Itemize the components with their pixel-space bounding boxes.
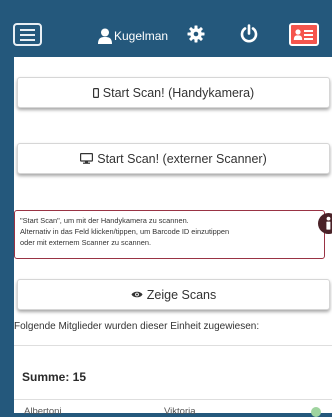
instruction-line: Alternativ in das Feld klicken/tippen, u…	[20, 227, 230, 236]
eye-icon	[131, 290, 143, 299]
settings-button[interactable]	[187, 25, 205, 43]
start-scan-camera-label: Start Scan! (Handykamera)	[102, 85, 255, 100]
menu-icon-bar	[20, 34, 35, 36]
show-scans-label: Zeige Scans	[146, 287, 217, 302]
start-scan-external-label: Start Scan! (externer Scanner)	[97, 151, 267, 166]
member-first-name: Viktoria	[164, 406, 196, 417]
power-icon	[240, 24, 258, 43]
info-icon[interactable]	[318, 213, 332, 234]
logout-button[interactable]	[239, 24, 259, 44]
user-menu[interactable]: Kugelman	[98, 27, 168, 45]
start-scan-external-button[interactable]: Start Scan! (externer Scanner)	[17, 143, 330, 174]
scan-instructions-box[interactable]: "Start Scan", um mit der Handykamera zu …	[14, 210, 325, 259]
id-card-icon	[293, 29, 313, 40]
menu-icon	[20, 29, 35, 31]
gear-icon	[187, 25, 205, 43]
show-scans-button[interactable]: Zeige Scans	[17, 279, 330, 310]
username-label: Kugelman	[114, 29, 169, 43]
start-scan-camera-button[interactable]: Start Scan! (Handykamera)	[17, 77, 330, 108]
instruction-line: "Start Scan", um mit der Handykamera zu …	[20, 216, 189, 225]
id-card-button[interactable]	[289, 23, 319, 46]
main-content: Start Scan! (Handykamera) Start Scan! (e…	[14, 57, 332, 417]
desktop-monitor-icon	[80, 153, 94, 164]
menu-button[interactable]	[13, 23, 42, 46]
member-last-name: Albertoni	[24, 406, 62, 417]
user-icon	[98, 28, 112, 44]
assigned-members-text: Folgende Mitglieder wurden dieser Einhei…	[14, 321, 260, 332]
divider	[14, 399, 332, 400]
menu-icon-bar	[20, 39, 35, 41]
summary-total: Summe: 15	[22, 370, 87, 384]
top-navbar: Kugelman	[0, 0, 332, 57]
mobile-phone-icon	[92, 87, 99, 98]
divider	[14, 345, 332, 346]
instruction-line: oder mit externem Scanner zu scannen.	[20, 238, 152, 247]
status-indicator	[311, 407, 321, 417]
